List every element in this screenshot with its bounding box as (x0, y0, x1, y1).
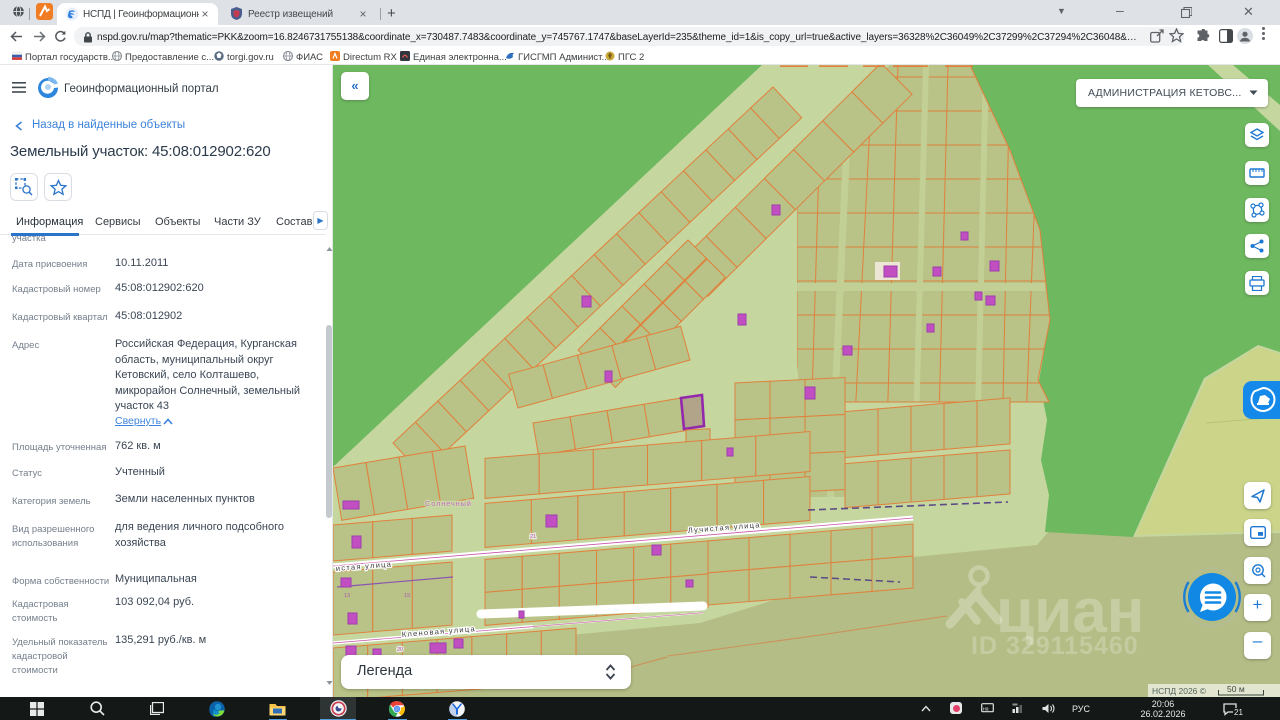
svg-text:на: на (983, 707, 989, 713)
svg-text:20: 20 (397, 647, 403, 653)
svg-text:21: 21 (530, 534, 536, 540)
svg-text:Солнечный: Солнечный (425, 499, 472, 508)
svg-text:19: 19 (404, 593, 410, 599)
svg-text:ID 329115460: ID 329115460 (971, 632, 1139, 660)
svg-text:13: 13 (344, 593, 350, 599)
